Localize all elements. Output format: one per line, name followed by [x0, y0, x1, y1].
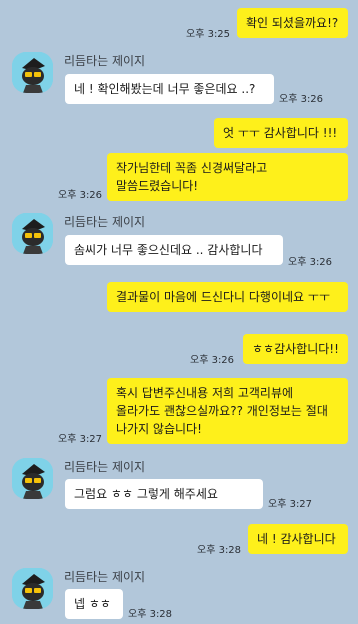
- my-message-bubble[interactable]: 혹시 답변주신내용 저희 고객리뷰에 올라가도 괜찮으실까요?? 개인정보는 절…: [107, 378, 348, 444]
- message-time: 오후 3:28: [197, 545, 242, 556]
- chat-message: 오후 3:26 작가님한테 꼭좀 신경써달라고 말씀드렸습니다!: [0, 151, 358, 201]
- my-message-bubble[interactable]: 확인 되셨을까요!?: [237, 8, 348, 38]
- message-time: 오후 3:26: [58, 190, 103, 201]
- message-time: 오후 3:26: [190, 355, 235, 366]
- sender-name: 리듬타는 제이지: [64, 460, 146, 474]
- their-message-bubble[interactable]: 솜씨가 너무 좋으신데요 .. 감사합니다: [65, 235, 283, 265]
- sender-name: 리듬타는 제이지: [64, 570, 146, 584]
- their-message-bubble[interactable]: 그럼요 ㅎㅎ 그렇게 해주세요: [65, 479, 263, 509]
- chat-message: 솜씨가 너무 좋으신데요 .. 감사합니다 오후 3:26: [0, 233, 358, 268]
- chat-message: 결과물이 마음에 드신다니 다행이네요 ㅜㅜ: [0, 280, 358, 328]
- their-message-bubble[interactable]: 넵 ㅎㅎ: [65, 589, 123, 619]
- chat-message: 엇 ㅜㅜ 감사합니다 !!!: [0, 116, 358, 148]
- message-time: 오후 3:25: [186, 29, 231, 40]
- chat-room[interactable]: 오후 3:25 확인 되셨을까요!? 리듬타는 제이지 네 ! 확인해봤는데 너…: [0, 0, 358, 624]
- my-message-bubble[interactable]: 엇 ㅜㅜ 감사합니다 !!!: [214, 118, 348, 148]
- chat-message: 오후 3:28 네 ! 감사합니다: [0, 522, 358, 556]
- message-time: 오후 3:26: [288, 257, 333, 268]
- their-message-bubble[interactable]: 네 ! 확인해봤는데 너무 좋은데요 ..?: [65, 74, 274, 104]
- my-message-bubble[interactable]: 네 ! 감사합니다: [248, 524, 348, 554]
- my-message-bubble[interactable]: 작가님한테 꼭좀 신경써달라고 말씀드렸습니다!: [107, 153, 348, 201]
- sender-name: 리듬타는 제이지: [64, 215, 146, 229]
- message-time: 오후 3:27: [58, 434, 103, 445]
- message-time: 오후 3:28: [128, 609, 173, 620]
- my-message-bubble[interactable]: ㅎㅎ감사합니다!!: [243, 334, 348, 364]
- message-time: 오후 3:27: [268, 499, 313, 510]
- message-time: 오후 3:26: [279, 94, 324, 105]
- chat-message: 오후 3:26 ㅎㅎ감사합니다!!: [0, 334, 358, 366]
- chat-message: 넵 ㅎㅎ 오후 3:28: [0, 587, 358, 621]
- my-message-bubble[interactable]: 결과물이 마음에 드신다니 다행이네요 ㅜㅜ: [107, 282, 348, 312]
- chat-message: 네 ! 확인해봤는데 너무 좋은데요 ..? 오후 3:26: [0, 72, 358, 106]
- sender-name: 리듬타는 제이지: [64, 54, 146, 68]
- chat-message: 그럼요 ㅎㅎ 그렇게 해주세요 오후 3:27: [0, 477, 358, 511]
- chat-message: 오후 3:27 혹시 답변주신내용 저희 고객리뷰에 올라가도 괜찮으실까요??…: [0, 376, 358, 445]
- chat-message: 오후 3:25 확인 되셨을까요!?: [0, 6, 358, 40]
